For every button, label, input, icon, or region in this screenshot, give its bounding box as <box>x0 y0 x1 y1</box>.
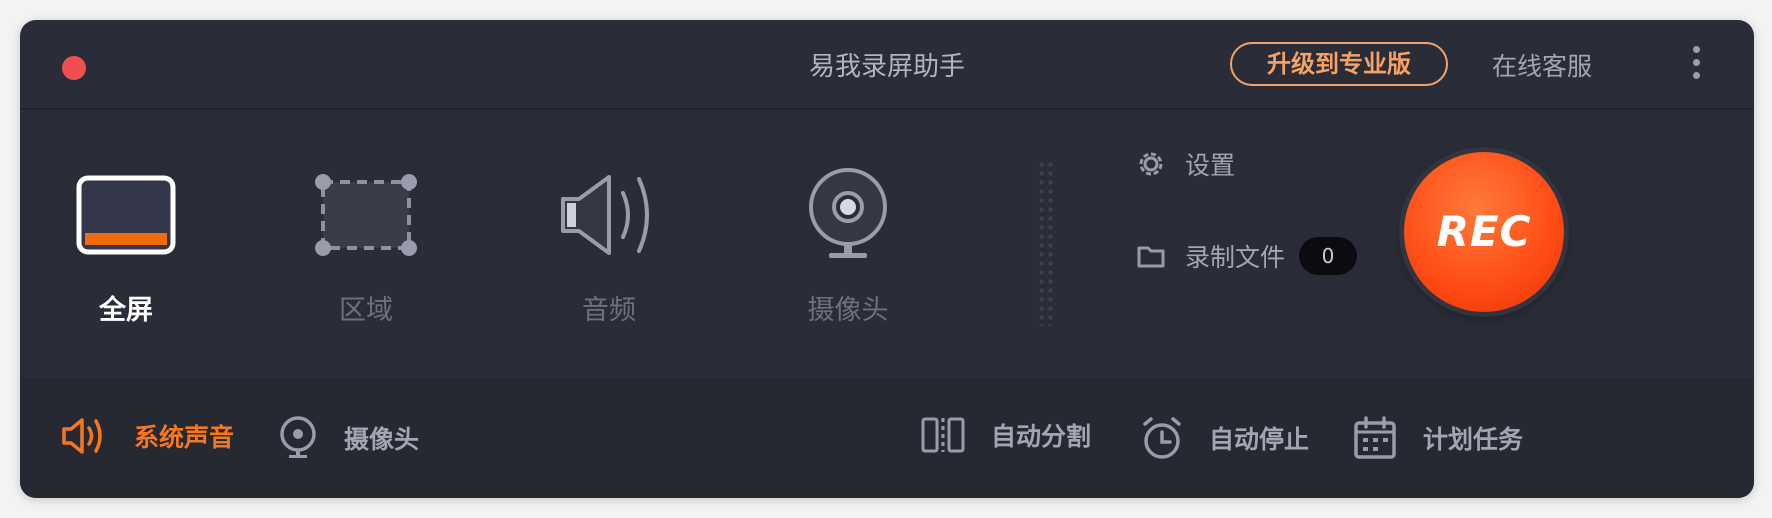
upgrade-button[interactable]: 升级到专业版 <box>1230 42 1448 86</box>
region-select-icon <box>291 160 441 270</box>
more-dot-icon <box>1692 46 1700 53</box>
mode-audio[interactable]: 音频 <box>534 160 684 327</box>
speaker-icon <box>62 418 102 454</box>
bottom-toolbar: 系统声音 摄像头 自动分割 自动停止 计划任务 <box>20 378 1754 498</box>
auto-stop-label: 自动停止 <box>1209 425 1310 454</box>
more-dot-icon <box>1692 59 1700 66</box>
online-support-link[interactable]: 在线客服 <box>1492 47 1592 83</box>
file-count-badge: 0 <box>1299 237 1358 275</box>
gear-icon <box>1139 152 1163 176</box>
system-sound-label: 系统声音 <box>134 423 235 452</box>
mode-label: 摄像头 <box>807 295 889 326</box>
mode-label: 全屏 <box>99 295 153 326</box>
speaker-icon <box>534 160 684 270</box>
auto-split-button[interactable]: 自动分割 <box>921 416 1091 454</box>
audio-level-meter <box>1037 160 1057 326</box>
recorder-window: 易我录屏助手 升级到专业版 在线客服 全屏 区域 音频 摄像头 设置 录制文件 … <box>20 20 1754 498</box>
rec-button[interactable]: REC <box>1404 152 1564 312</box>
mode-webcam[interactable]: 摄像头 <box>773 160 923 327</box>
camera-toggle[interactable]: 摄像头 <box>278 416 419 460</box>
alarm-clock-icon <box>1143 417 1181 459</box>
more-menu-button[interactable] <box>1686 46 1706 86</box>
calendar-icon <box>1354 416 1396 459</box>
settings-button[interactable]: 设置 <box>1137 146 1235 182</box>
schedule-task-label: 计划任务 <box>1423 425 1524 454</box>
mode-region[interactable]: 区域 <box>291 160 441 327</box>
auto-stop-button[interactable]: 自动停止 <box>1141 416 1309 460</box>
split-icon <box>921 417 965 453</box>
title-bar: 易我录屏助手 升级到专业版 在线客服 <box>20 20 1754 110</box>
more-dot-icon <box>1692 72 1700 79</box>
folder-icon <box>1137 246 1165 268</box>
mode-label: 音频 <box>582 295 636 326</box>
monitor-icon <box>51 160 201 270</box>
mode-label: 区域 <box>339 295 393 326</box>
recorded-files-label: 录制文件 <box>1185 243 1286 272</box>
auto-split-label: 自动分割 <box>991 422 1092 451</box>
schedule-task-button[interactable]: 计划任务 <box>1353 416 1523 460</box>
mode-fullscreen[interactable]: 全屏 <box>51 160 201 327</box>
camera-label: 摄像头 <box>344 425 420 454</box>
recorded-files-button[interactable]: 录制文件 0 <box>1137 237 1358 275</box>
webcam-icon <box>280 416 316 458</box>
system-sound-toggle[interactable]: 系统声音 <box>62 416 234 456</box>
settings-label: 设置 <box>1185 151 1236 180</box>
webcam-icon <box>773 160 923 270</box>
